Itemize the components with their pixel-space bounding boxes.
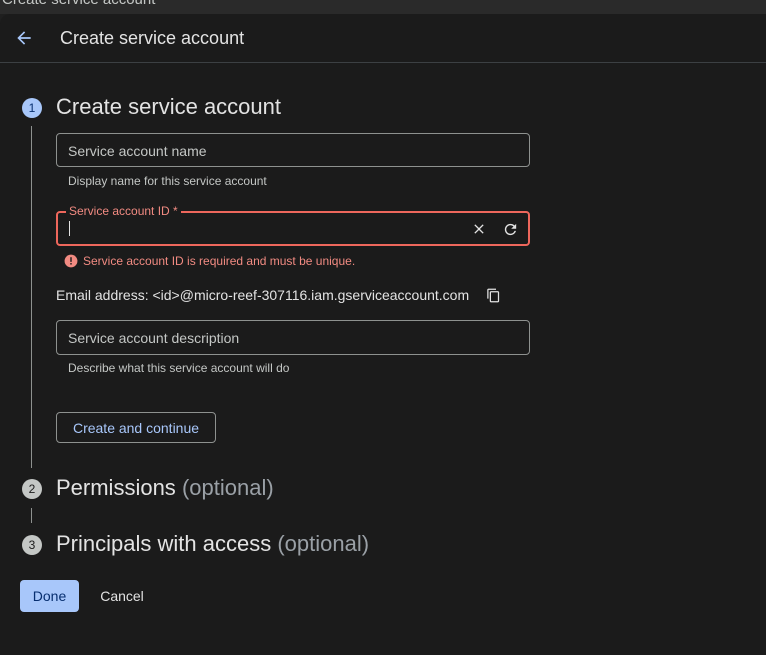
service-account-id-error: Service account ID is required and must … — [64, 254, 355, 268]
step-3-indicator: 3 — [22, 535, 42, 555]
text-cursor — [69, 221, 70, 236]
step-1-connector-line — [31, 126, 32, 468]
create-service-account-panel: Create service account 1 Create service … — [0, 14, 766, 655]
done-button[interactable]: Done — [20, 580, 79, 612]
step-1-title: Create service account — [56, 94, 281, 120]
step-3-title[interactable]: Principals with access (optional) — [56, 531, 369, 557]
error-icon — [64, 254, 78, 268]
page-header: Create service account — [0, 14, 766, 63]
service-account-description-hint: Describe what this service account will … — [68, 361, 290, 375]
service-account-name-placeholder: Service account name — [68, 143, 207, 159]
window-title-strip: Create service account — [0, 0, 766, 14]
step-2-connector-line — [31, 508, 32, 523]
create-and-continue-button[interactable]: Create and continue — [56, 412, 216, 443]
step-2-title-text: Permissions — [56, 475, 176, 500]
step-3-title-text: Principals with access — [56, 531, 272, 556]
clear-button[interactable] — [470, 220, 488, 238]
step-3-optional-label: (optional) — [277, 531, 370, 556]
service-account-id-input[interactable]: Service account ID * — [56, 204, 530, 246]
email-address-text: Email address: <id>@micro-reef-307116.ia… — [56, 287, 470, 303]
service-account-name-hint: Display name for this service account — [68, 174, 267, 188]
copy-email-button[interactable] — [484, 286, 502, 304]
step-1-title-text: Create service account — [56, 94, 281, 119]
service-account-description-placeholder: Service account description — [68, 330, 240, 346]
step-2-indicator: 2 — [22, 479, 42, 499]
service-account-id-label: Service account ID * — [66, 204, 181, 218]
step-1-indicator: 1 — [22, 98, 42, 118]
error-message: Service account ID is required and must … — [83, 254, 356, 268]
regenerate-id-button[interactable] — [501, 220, 519, 238]
back-button[interactable] — [10, 24, 38, 52]
arrow-back-icon — [17, 31, 31, 45]
copy-icon — [486, 288, 499, 302]
step-2-optional-label: (optional) — [181, 475, 274, 500]
refresh-icon — [504, 223, 516, 235]
service-account-description-input[interactable]: Service account description — [56, 320, 530, 355]
service-account-name-input[interactable]: Service account name — [56, 133, 530, 167]
cancel-button[interactable]: Cancel — [92, 580, 152, 612]
close-icon — [474, 224, 484, 234]
step-2-title[interactable]: Permissions (optional) — [56, 475, 274, 501]
window-title: Create service account — [2, 0, 155, 8]
page-title: Create service account — [60, 28, 245, 48]
